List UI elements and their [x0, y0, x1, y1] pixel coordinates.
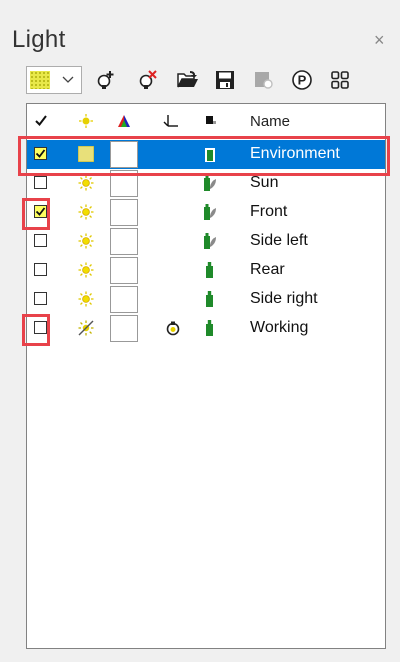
light-list[interactable]: Name Environment Sun Front Side left Rear Sid… [26, 103, 386, 649]
delete-light-icon [139, 70, 157, 89]
color-swatch-icon [78, 146, 94, 162]
close-button[interactable]: × [374, 30, 385, 51]
grid-icon [331, 71, 349, 89]
color-swatch [30, 71, 50, 89]
sun-icon [78, 291, 94, 307]
sun-icon[interactable] [79, 114, 93, 128]
lamp-icon [204, 175, 216, 191]
light-color-box[interactable] [110, 315, 138, 342]
light-name: Working [250, 319, 309, 336]
check-icon[interactable] [35, 115, 47, 126]
list-item[interactable]: Side left [27, 227, 385, 256]
list-item[interactable]: Sun [27, 169, 385, 198]
save-button[interactable] [213, 68, 237, 92]
shadow-icon[interactable] [163, 114, 179, 128]
enabled-checkbox[interactable] [34, 321, 47, 334]
light-name: Front [250, 203, 288, 220]
light-name: Side left [250, 232, 308, 249]
sun-off-icon [78, 320, 94, 336]
lamp-icon [205, 148, 215, 162]
lamp-icon[interactable] [205, 115, 217, 127]
panel-title: Light [12, 26, 66, 53]
save-icon [216, 71, 234, 89]
bulb-icon [166, 321, 180, 336]
light-name: Environment [250, 145, 340, 162]
open-button[interactable] [176, 68, 200, 92]
list-item[interactable]: Side right [27, 285, 385, 314]
sun-icon [78, 204, 94, 220]
list-item[interactable]: Environment [27, 140, 385, 169]
lamp-icon [204, 233, 216, 249]
sun-icon [78, 262, 94, 278]
lamp-icon [206, 320, 213, 336]
enabled-checkbox[interactable] [34, 234, 47, 247]
light-color-box[interactable] [110, 286, 138, 313]
sun-icon [78, 233, 94, 249]
svg-text:P: P [298, 73, 307, 88]
p-button[interactable]: P [290, 68, 314, 92]
list-item[interactable]: Rear [27, 256, 385, 285]
light-name: Side right [250, 290, 318, 307]
list-item[interactable]: Working [27, 314, 385, 343]
light-name: Sun [250, 174, 279, 191]
color-combo-dropdown[interactable] [26, 66, 82, 94]
open-folder-icon [177, 71, 198, 88]
disabled-light-icon [255, 72, 273, 89]
light-color-box[interactable] [110, 228, 138, 255]
light-color-box[interactable] [110, 199, 138, 226]
enabled-checkbox[interactable] [34, 147, 47, 160]
disabled-light-button[interactable] [252, 68, 276, 92]
light-panel: Light × P Name Environment Sun Front Sid… [0, 0, 400, 662]
light-color-box[interactable] [110, 170, 138, 197]
grid-view-button[interactable] [328, 68, 352, 92]
light-name: Rear [250, 261, 285, 278]
chevron-down-icon [62, 76, 74, 83]
light-color-box[interactable] [110, 141, 138, 168]
list-item[interactable]: Front [27, 198, 385, 227]
lamp-icon [204, 204, 216, 220]
add-light-icon [97, 71, 114, 89]
list-header: Name [27, 104, 385, 136]
enabled-checkbox[interactable] [34, 176, 47, 189]
lamp-icon [206, 262, 213, 278]
color-triangle-icon[interactable] [117, 114, 131, 128]
add-light-button[interactable] [94, 68, 118, 92]
sun-icon [78, 175, 94, 191]
enabled-checkbox[interactable] [34, 263, 47, 276]
column-header-name[interactable]: Name [250, 113, 290, 130]
delete-light-button[interactable] [136, 68, 160, 92]
enabled-checkbox[interactable] [34, 292, 47, 305]
p-circle-icon: P [292, 70, 312, 90]
enabled-checkbox[interactable] [34, 205, 47, 218]
lamp-icon [206, 291, 213, 307]
light-color-box[interactable] [110, 257, 138, 284]
